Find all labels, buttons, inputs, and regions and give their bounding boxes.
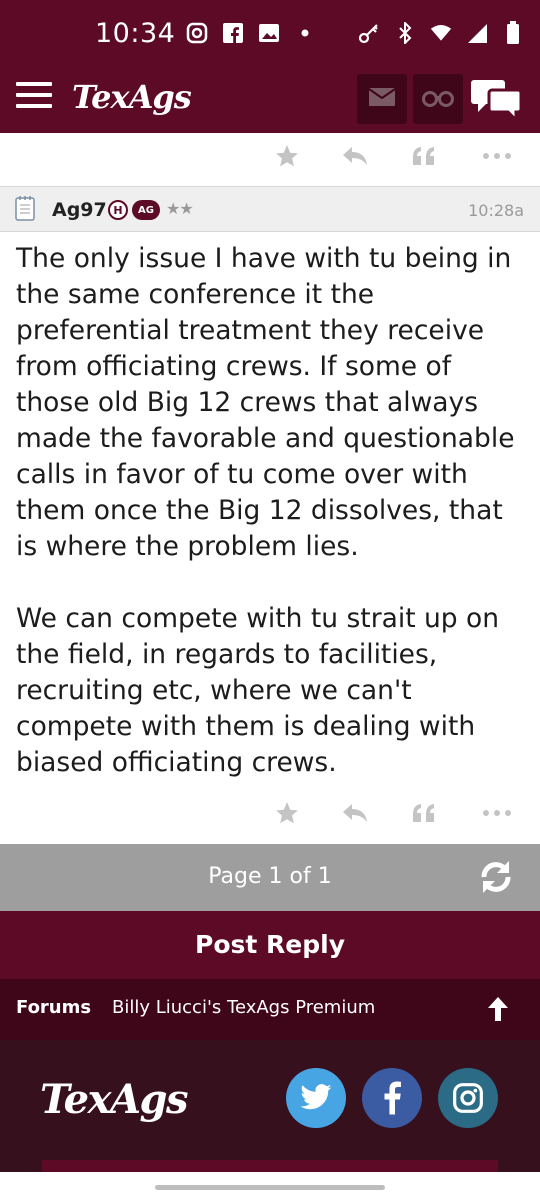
home-gesture-handle[interactable] [155,1185,385,1190]
post-paragraph: The only issue I have with tu being in t… [16,243,515,562]
app-bar: TexAgs [0,70,540,133]
reply-icon[interactable] [340,798,370,828]
dot-icon [294,22,316,44]
quote-icon[interactable] [409,141,439,171]
refresh-icon[interactable] [476,857,516,897]
menu-icon[interactable] [16,82,52,110]
breadcrumb-board[interactable]: Billy Liucci's TexAgs Premium [112,997,375,1018]
more-icon[interactable] [482,798,512,828]
footer-logo[interactable]: TexAgs [40,1076,189,1123]
quote-icon[interactable] [409,798,439,828]
notepad-icon [14,195,36,221]
status-bar: 10:34 [0,0,540,70]
system-nav-bar [0,1172,540,1200]
breadcrumb-forums[interactable]: Forums [16,997,91,1018]
post-header: Ag97 H AG ★★ 10:28a [0,186,540,232]
breadcrumb: Forums Billy Liucci's TexAgs Premium [0,979,540,1040]
pagination-bar: Page 1 of 1 [0,844,540,911]
key-icon [358,22,380,44]
battery-icon [502,21,524,44]
facebook-notif-icon [222,22,244,44]
star-icon[interactable] [272,141,302,171]
watchlist-button[interactable] [413,74,463,124]
chat-button[interactable] [470,76,524,124]
star-icon[interactable] [272,798,302,828]
post-paragraph: We can compete with tu strait up on the … [16,603,500,778]
system-status-icons [358,21,524,44]
prev-post-actions [0,133,540,179]
post-actions [0,790,540,836]
wifi-icon [430,22,452,44]
signal-icon [466,22,488,44]
instagram-notif-icon [186,22,208,44]
notification-icons [186,22,316,44]
more-icon[interactable] [482,141,512,171]
mail-icon [368,87,396,111]
top-bar: 10:34 TexAgs [0,0,540,133]
twitter-icon[interactable] [286,1068,346,1128]
chat-icon [470,80,524,126]
status-time: 10:34 [95,18,176,49]
page-indicator[interactable]: Page 1 of 1 [0,864,540,889]
facebook-icon[interactable] [362,1068,422,1128]
bluetooth-icon [394,22,416,44]
footer: TexAgs [0,1040,540,1172]
reply-icon[interactable] [340,141,370,171]
post-reply-button[interactable]: Post Reply [0,911,540,979]
binoculars-icon [422,87,454,111]
gallery-notif-icon [258,22,280,44]
instagram-icon[interactable] [438,1068,498,1128]
post-username[interactable]: Ag97 [52,199,107,221]
footer-divider [42,1160,498,1172]
messages-button[interactable] [357,74,407,124]
scroll-top-icon[interactable] [486,996,510,1022]
post-body: The only issue I have with tu being in t… [16,241,528,817]
user-stars: ★★ [166,199,194,218]
premium-badge: H [108,200,128,220]
post-time: 10:28a [468,201,524,220]
ag-badge: AG [132,200,160,220]
app-logo[interactable]: TexAgs [72,78,192,116]
